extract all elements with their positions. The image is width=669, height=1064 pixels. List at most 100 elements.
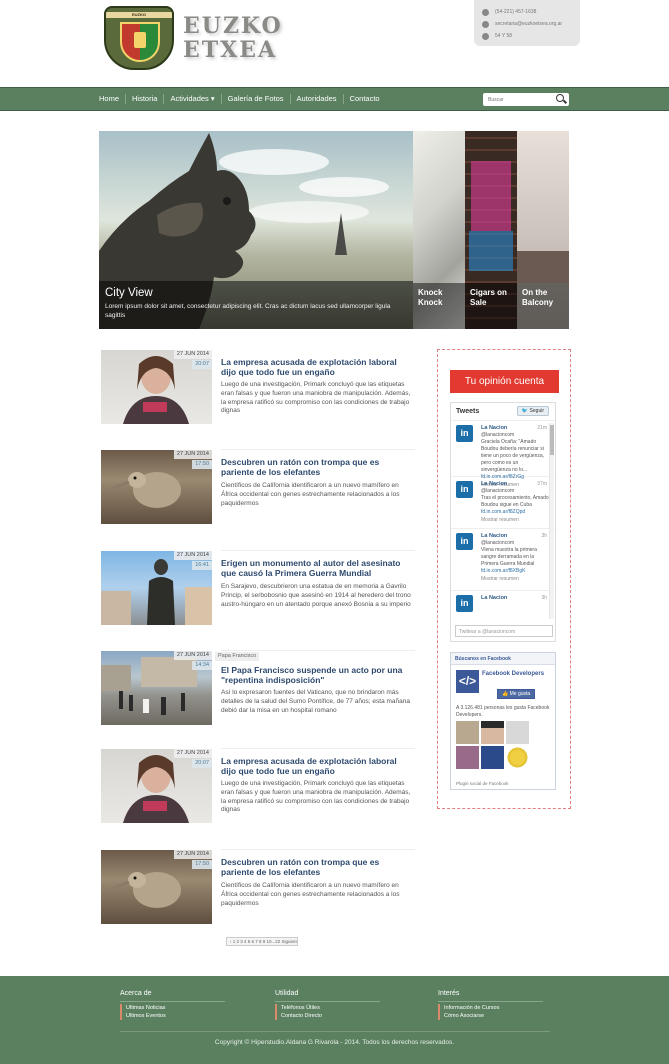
tweet-item[interactable]: in La Nacion @lanacioncom 37m Tras el pr…: [451, 477, 555, 529]
article-title[interactable]: La empresa acusada de explotación labora…: [221, 756, 413, 776]
nav-item-contacto[interactable]: Contacto: [344, 94, 386, 104]
article-date: 27 JUN 2014: [173, 350, 212, 359]
tweet-link[interactable]: fd.in.com.ar/f8XBgK: [481, 568, 549, 575]
footer-copyright: Copyright © Hiperstudio.Aldana G Rivarol…: [214, 1039, 455, 1046]
article-image[interactable]: 27 JUN 2014 17:50: [101, 850, 212, 924]
logo-line-1: EUZKO: [183, 13, 283, 39]
fan-avatar[interactable]: [481, 721, 504, 744]
tweet-handle: @lanacioncom: [481, 540, 515, 546]
article-card[interactable]: 27 JUN 2014 14:34 Papa Francisco El Papa…: [101, 650, 415, 729]
facebook-developers-logo-icon[interactable]: </>: [456, 670, 479, 693]
search-icon[interactable]: [556, 94, 564, 102]
tweet-author[interactable]: La Nacion: [481, 595, 549, 602]
twitter-scrollbar-thumb[interactable]: [550, 425, 554, 455]
article-card[interactable]: 27 JUN 2014 20:07 La empresa acusada de …: [101, 350, 415, 428]
article-tag[interactable]: Papa Francisco: [215, 652, 260, 661]
facebook-widget-header: Búscanos en Facebook: [451, 653, 555, 665]
twitter-follow-button[interactable]: 🐦 Seguir: [516, 406, 549, 416]
slider-thumb-caption: On the Balcony: [517, 283, 569, 329]
footer-link[interactable]: Contacto Directo: [275, 1012, 380, 1020]
article-card[interactable]: 27 JUN 2014 17:50 Descubren un ratón con…: [101, 849, 415, 928]
footer-link[interactable]: Ultimos Eventos: [120, 1012, 225, 1020]
tweet-handle: @lanacioncom: [481, 488, 515, 494]
tweet-link[interactable]: fd.in.com.ar/f8ZQpd: [481, 509, 549, 516]
article-image[interactable]: 27 JUN 2014 16:41: [101, 551, 212, 625]
article-date: 27 JUN 2014: [173, 850, 212, 859]
tweet-time: 21m: [537, 425, 547, 431]
article-date: 27 JUN 2014: [173, 551, 212, 560]
sidebar: Tu opinión cuenta Tweets 🐦 Seguir in La …: [437, 349, 571, 809]
footer-link[interactable]: Cómo Asociarse: [438, 1012, 543, 1020]
tweet-reply-input[interactable]: Twittear a @lanacioncom: [455, 625, 553, 637]
facebook-page-name[interactable]: Facebook Developers: [482, 670, 554, 678]
fan-avatar[interactable]: [506, 721, 529, 744]
facebook-like-button[interactable]: 👍 Me gusta: [497, 689, 536, 699]
tweet-summary-toggle[interactable]: Mostrar resumen: [481, 576, 549, 583]
slider-thumb-cigars[interactable]: Cigars on Sale: [465, 131, 517, 329]
article-image[interactable]: 27 JUN 2014 20:07: [101, 749, 212, 823]
contact-phone-text: (54-221) 457-1638: [495, 9, 537, 15]
article-title[interactable]: El Papa Francisco suspende un acto por u…: [221, 665, 413, 685]
linkedin-avatar-icon[interactable]: in: [456, 425, 473, 442]
site-footer: Acerca de Ultimas Noticias Ultimos Event…: [0, 976, 669, 1064]
hero-slide-main[interactable]: City View Lorem ipsum dolor sit amet, co…: [99, 131, 413, 329]
tweet-text: Vlena muestra la primera sangre derramad…: [481, 547, 537, 567]
article-image[interactable]: 27 JUN 2014 17:50: [101, 450, 212, 524]
logo-text[interactable]: EUZKO ETXEA: [183, 14, 283, 62]
nav-item-home[interactable]: Home: [99, 94, 127, 104]
footer-link[interactable]: Ultimas Noticias: [120, 1004, 225, 1012]
article-title[interactable]: La empresa acusada de explotación labora…: [221, 357, 413, 377]
article-card[interactable]: 27 JUN 2014 17:50 Descubren un ratón con…: [101, 449, 415, 528]
page: EUZKO EUZKO ETXEA (54-221) 457-1638 secr…: [0, 0, 669, 1064]
article-title[interactable]: Erigen un monumento al autor del asesina…: [221, 558, 413, 578]
footer-link[interactable]: Teléfonos Útiles: [275, 1004, 380, 1012]
fan-avatar[interactable]: [456, 721, 479, 744]
article-summary: Luego de una investigación, Primark conc…: [221, 381, 411, 415]
home-icon: [482, 32, 489, 40]
contact-phone: (54-221) 457-1638: [482, 6, 580, 18]
article-image[interactable]: 27 JUN 2014 20:07: [101, 350, 212, 424]
article-image[interactable]: 27 JUN 2014 14:34: [101, 651, 212, 725]
facebook-plugin-footer: Plugin social de Facebook: [456, 781, 509, 786]
article-title[interactable]: Descubren un ratón con trompa que es par…: [221, 857, 413, 877]
hero-description: Lorem ipsum dolor sit amet, consectetur …: [105, 303, 391, 319]
article-title[interactable]: Descubren un ratón con trompa que es par…: [221, 457, 413, 477]
tweet-author[interactable]: La Nacion: [481, 533, 549, 540]
facebook-widget: Búscanos en Facebook </> Facebook Develo…: [450, 652, 556, 790]
contact-email[interactable]: secretaria@euzkoetxea.org.ar: [482, 18, 580, 30]
slider-thumb-balcony[interactable]: On the Balcony: [517, 131, 569, 329]
linkedin-avatar-icon[interactable]: in: [456, 595, 473, 612]
footer-link[interactable]: Información de Cursos: [438, 1004, 543, 1012]
footer-column-title: Acerca de: [120, 989, 225, 1002]
article-date: 27 JUN 2014: [173, 749, 212, 758]
twitter-widget: Tweets 🐦 Seguir in La Nacion @lanacionco…: [450, 402, 556, 642]
phone-icon: [482, 8, 489, 16]
fan-avatar[interactable]: [506, 746, 529, 769]
nav-item-autoridades[interactable]: Autoridades: [291, 94, 344, 104]
footer-column-interes: Interés Información de Cursos Cómo Asoci…: [438, 989, 543, 1020]
opinion-button[interactable]: Tu opinión cuenta: [450, 370, 559, 393]
article-time: 14:34: [192, 661, 212, 670]
nav-item-galeria[interactable]: Galería de Fotos: [222, 94, 291, 104]
linkedin-avatar-icon[interactable]: in: [456, 533, 473, 550]
contact-email-text: secretaria@euzkoetxea.org.ar: [495, 21, 563, 27]
tweet-item[interactable]: in La Nacion @lanacioncom 3h Vlena muest…: [451, 529, 555, 591]
article-summary: Luego de una investigación, Primark conc…: [221, 780, 411, 814]
mail-icon: [482, 20, 489, 28]
article-card[interactable]: 27 JUN 2014 16:41 Erigen un monumento al…: [101, 550, 415, 629]
nav-item-historia[interactable]: Historia: [126, 94, 165, 104]
tweet-item[interactable]: in La Nacion @lanacioncom 21m Graciela O…: [451, 421, 555, 488]
logo-crest-icon[interactable]: EUZKO: [104, 6, 174, 70]
tweet-item[interactable]: in La Nacion 3h: [451, 591, 555, 621]
pagination[interactable]: ‹ 1 2 3 4 5 6 7 8 9 10...22 Siguiente ›: [226, 937, 298, 946]
article-card[interactable]: 27 JUN 2014 20:07 La empresa acusada de …: [101, 748, 415, 827]
slider-thumb-knock-knock[interactable]: Knock Knock: [413, 131, 465, 329]
article-summary: En Sarajevo, descubrieron una estatua de…: [221, 583, 411, 608]
tweet-time: 37m: [537, 481, 547, 487]
nav-item-actividades[interactable]: Actividades ▾: [164, 94, 222, 104]
fan-avatar[interactable]: [456, 746, 479, 769]
fan-avatar[interactable]: [481, 746, 504, 769]
search-input[interactable]: [483, 96, 553, 103]
tweet-summary-toggle[interactable]: Mostrar resumen: [481, 517, 549, 524]
linkedin-avatar-icon[interactable]: in: [456, 481, 473, 498]
